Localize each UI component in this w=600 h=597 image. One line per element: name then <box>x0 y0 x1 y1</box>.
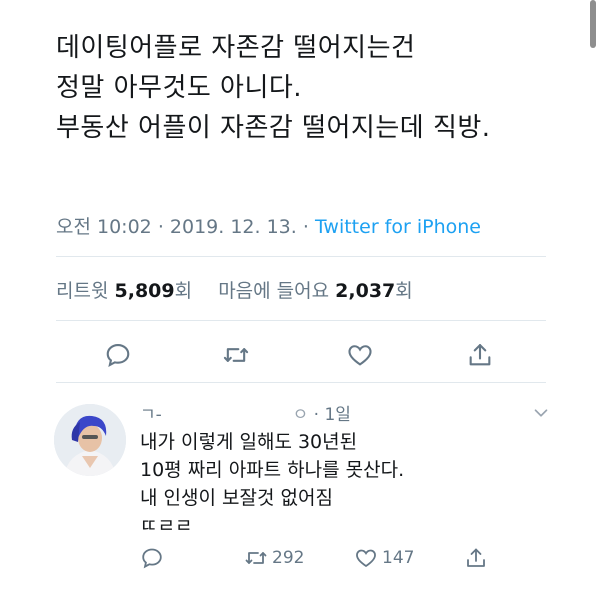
reply-time: 1일 <box>324 405 351 425</box>
likes-stat[interactable]: 마음에 들어요 2,037회 <box>218 280 413 302</box>
retweets-count: 5,809 <box>114 280 175 302</box>
reply-header: ㄱ- ㅇ · 1일 <box>140 405 351 425</box>
reply-icon <box>142 548 162 569</box>
retweets-label: 리트윗 <box>56 280 109 302</box>
tweet-line: 정말 아무것도 아니다. <box>56 73 303 103</box>
retweet-button[interactable] <box>216 335 256 375</box>
more-options-button[interactable] <box>530 402 552 424</box>
reply-line: ㄸㄹㄹ <box>140 515 193 537</box>
reply-like-button[interactable]: 147 <box>354 540 414 576</box>
share-icon <box>467 548 485 567</box>
reply-line: 내가 이렇게 일해도 30년된 <box>140 431 358 453</box>
reply-retweet-count: 292 <box>272 548 305 568</box>
avatar-image <box>54 404 126 476</box>
reply-tweet[interactable]: ㄱ- ㅇ · 1일 내가 이렇게 일해도 30년된 10평 짜리 아파트 하나를… <box>0 390 600 597</box>
like-button[interactable] <box>340 335 380 375</box>
reply-button[interactable] <box>98 335 138 375</box>
chevron-down-icon <box>534 409 548 417</box>
reply-author[interactable]: ㄱ- <box>140 405 162 425</box>
divider <box>56 382 546 383</box>
reply-text: 내가 이렇게 일해도 30년된 10평 짜리 아파트 하나를 못산다. 내 인생… <box>140 428 404 540</box>
reply-share-button[interactable] <box>464 540 492 576</box>
retweet-icon <box>223 348 249 362</box>
retweets-stat[interactable]: 리트윗 5,809회 <box>56 280 198 302</box>
likes-unit: 회 <box>395 280 413 302</box>
reply-actions: 292 147 <box>0 540 600 576</box>
tweet-time: 오전 10:02 <box>56 216 152 238</box>
tweet-line: 부동산 어플이 자존감 떨어지는데 직방. <box>56 113 491 143</box>
share-button[interactable] <box>460 335 500 375</box>
reply-like-count: 147 <box>382 548 415 568</box>
tweet-source-link[interactable]: Twitter for iPhone <box>315 216 481 238</box>
reply-line: 10평 짜리 아파트 하나를 못산다. <box>140 459 405 481</box>
tweet-actions <box>0 335 600 375</box>
reply-line: 내 인생이 보잘것 없어짐 <box>140 487 333 509</box>
reply-reply-button[interactable] <box>140 540 168 576</box>
tweet-date: 2019. 12. 13. <box>169 216 297 238</box>
heart-icon <box>356 549 376 568</box>
divider <box>56 256 546 257</box>
tweet-text: 데이팅어플로 자존감 떨어지는건 정말 아무것도 아니다. 부동산 어플이 자존… <box>56 28 556 148</box>
tweet-meta: 오전 10:02 · 2019. 12. 13. · Twitter for i… <box>56 216 481 238</box>
reply-handle: ㅇ <box>292 405 309 425</box>
reply-icon <box>106 344 130 368</box>
avatar[interactable] <box>54 404 126 476</box>
likes-count: 2,037 <box>335 280 396 302</box>
tweet-stats: 리트윗 5,809회 마음에 들어요 2,037회 <box>56 276 413 303</box>
heart-icon <box>348 345 372 366</box>
share-icon <box>469 344 491 366</box>
retweet-icon <box>245 552 267 564</box>
tweet-line: 데이팅어플로 자존감 떨어지는건 <box>56 33 416 63</box>
reply-retweet-button[interactable]: 292 <box>244 540 304 576</box>
divider <box>56 320 546 321</box>
likes-label: 마음에 들어요 <box>218 280 330 302</box>
scrollbar[interactable] <box>590 0 596 48</box>
retweets-unit: 회 <box>174 280 193 302</box>
